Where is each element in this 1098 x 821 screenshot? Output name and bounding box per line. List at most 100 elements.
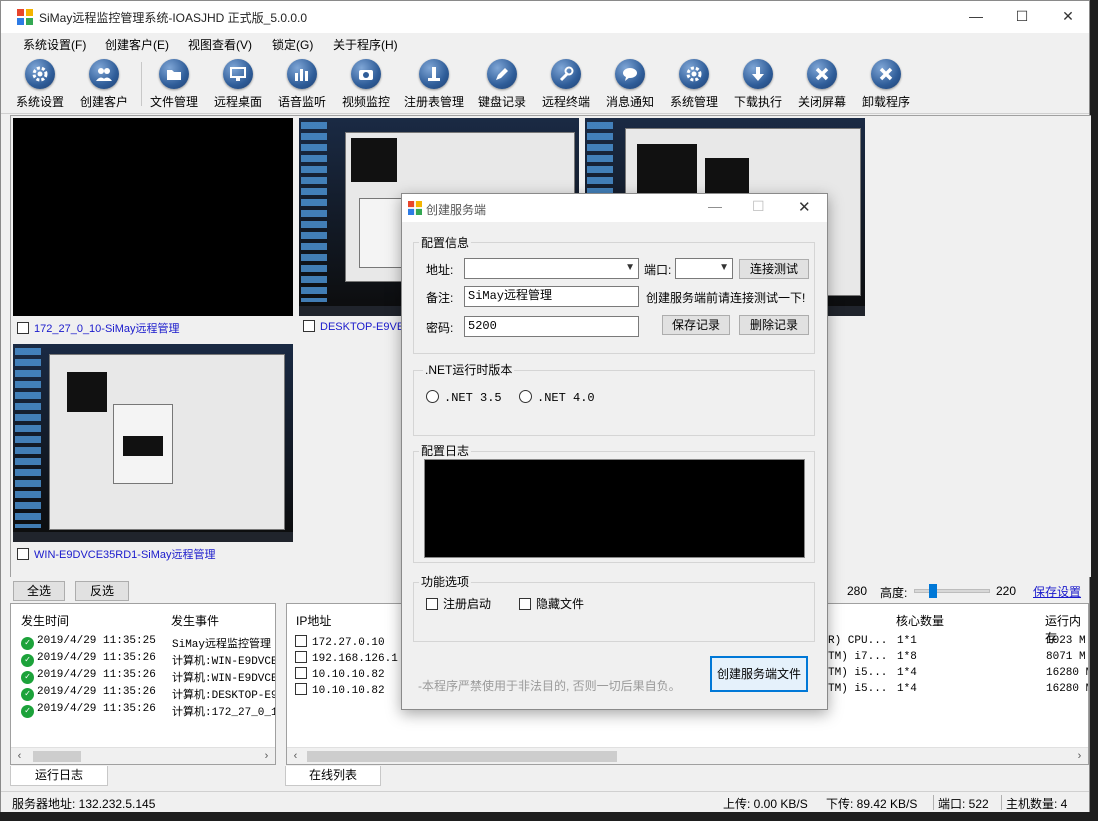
close-button[interactable]: ✕ <box>1045 1 1091 31</box>
row-checkbox[interactable] <box>295 635 307 647</box>
toolbar-registry-button[interactable]: 注册表管理 <box>401 59 467 110</box>
dialog-maximize-button[interactable]: ☐ <box>752 198 765 215</box>
net40-option[interactable]: .NET 4.0 <box>519 390 595 405</box>
height-slider-handle[interactable] <box>929 584 937 598</box>
autostart-option[interactable]: 注册启动 <box>426 595 491 612</box>
hide-file-label: 隐藏文件 <box>536 597 585 611</box>
menu-about[interactable]: 关于程序(H) <box>333 36 398 53</box>
menu-view[interactable]: 视图查看(V) <box>188 36 252 53</box>
toolbar-remote-terminal-button[interactable]: 远程终端 <box>533 59 599 110</box>
desktop-icons <box>301 122 327 302</box>
menu-create-client[interactable]: 创建客户(E) <box>105 36 169 53</box>
log-time: 2019/4/29 11:35:25 <box>37 635 156 647</box>
scroll-right-icon[interactable]: › <box>258 748 275 764</box>
toolbar-uninstall-button[interactable]: 卸载程序 <box>853 59 919 110</box>
config-log-output[interactable] <box>424 459 805 558</box>
net40-radio[interactable] <box>519 390 532 403</box>
hide-file-checkbox[interactable] <box>519 598 531 610</box>
scroll-left-icon[interactable]: ‹ <box>11 748 28 764</box>
invert-selection-button[interactable]: 反选 <box>75 581 129 601</box>
address-combo[interactable]: ▼ <box>464 258 639 279</box>
desktop-thumbnail[interactable] <box>13 344 293 542</box>
scroll-right-icon[interactable]: › <box>1071 748 1088 764</box>
toolbar-video-monitor-button[interactable]: 视频监控 <box>333 59 399 110</box>
net35-option[interactable]: .NET 3.5 <box>426 390 502 405</box>
autostart-checkbox[interactable] <box>426 598 438 610</box>
toolbar-label: 远程桌面 <box>213 95 262 109</box>
desktop-checkbox[interactable] <box>17 548 29 560</box>
dialog-minimize-button[interactable]: — <box>708 198 722 214</box>
toolbar-audio-monitor-button[interactable]: 语音监听 <box>269 59 335 110</box>
net-runtime-title: .NET运行时版本 <box>423 361 515 378</box>
col-header-ip[interactable]: IP地址 <box>296 612 331 629</box>
toolbar-remote-desktop-button[interactable]: 远程桌面 <box>205 59 271 110</box>
select-all-button[interactable]: 全选 <box>13 581 65 601</box>
log-time: 2019/4/29 11:35:26 <box>37 669 156 681</box>
desktop-thumbnail[interactable] <box>13 118 293 316</box>
connection-test-button[interactable]: 连接测试 <box>739 259 809 279</box>
toolbar-system-settings-button[interactable]: 系统设置 <box>7 59 73 110</box>
save-record-button[interactable]: 保存记录 <box>662 315 730 335</box>
toolbar-file-manager-button[interactable]: 文件管理 <box>141 59 207 110</box>
toolbar-message-button[interactable]: 消息通知 <box>597 59 663 110</box>
tab-online-list[interactable]: 在线列表 <box>285 766 381 786</box>
row-checkbox[interactable] <box>295 651 307 663</box>
save-settings-link[interactable]: 保存设置 <box>1033 583 1081 600</box>
log-row[interactable]: ✓ 2019/4/29 11:35:25 SiMay远程监控管理 <box>21 635 271 652</box>
row-checkbox[interactable] <box>295 683 307 695</box>
width-value: 280 <box>847 584 868 598</box>
desktop-caption[interactable]: WIN-E9DVCE35RD1-SiMay远程管理 <box>17 546 216 562</box>
toolbar-download-exec-button[interactable]: 下载执行 <box>725 59 791 110</box>
toolbar-label: 消息通知 <box>605 95 654 109</box>
autostart-label: 注册启动 <box>443 597 492 611</box>
toolbar-keylogger-button[interactable]: 键盘记录 <box>469 59 535 110</box>
height-slider[interactable] <box>914 589 990 593</box>
port-combo[interactable]: ▼ <box>675 258 733 279</box>
col-header-time[interactable]: 发生时间 <box>21 612 69 629</box>
log-time: 2019/4/29 11:35:26 <box>37 686 156 698</box>
function-options-group <box>413 582 815 642</box>
toolbar-close-screen-button[interactable]: 关闭屏幕 <box>789 59 855 110</box>
app-logo-icon <box>408 201 422 215</box>
hide-file-option[interactable]: 隐藏文件 <box>519 595 584 612</box>
log-row[interactable]: ✓ 2019/4/29 11:35:26 计算机:WIN-E9DVCE <box>21 652 275 669</box>
net35-radio[interactable] <box>426 390 439 403</box>
dialog-close-button[interactable]: ✕ <box>798 198 811 216</box>
log-horizontal-scrollbar[interactable]: ‹ › <box>11 747 275 764</box>
row-checkbox[interactable] <box>295 667 307 679</box>
maximize-button[interactable]: ☐ <box>999 1 1045 31</box>
log-row[interactable]: ✓ 2019/4/29 11:35:26 计算机:172_27_0_1 <box>21 703 275 720</box>
monitor-icon <box>223 59 253 89</box>
log-row[interactable]: ✓ 2019/4/29 11:35:26 计算机:WIN-E9DVCE <box>21 669 275 686</box>
success-check-icon: ✓ <box>21 654 34 667</box>
ip-cell: 10.10.10.82 <box>312 669 385 681</box>
col-header-cores[interactable]: 核心数量 <box>896 612 944 629</box>
toolbar-label: 关闭屏幕 <box>797 95 846 109</box>
close-x-icon <box>871 59 901 89</box>
desktop-checkbox[interactable] <box>17 322 29 334</box>
scrollbar-thumb[interactable] <box>307 751 617 762</box>
toolbar-system-manage-button[interactable]: 系统管理 <box>661 59 727 110</box>
memory-cell: 16280 M <box>1046 683 1089 695</box>
desktop-caption[interactable]: 172_27_0_10-SiMay远程管理 <box>17 320 180 336</box>
log-row[interactable]: ✓ 2019/4/29 11:35:26 计算机:DESKTOP-E9 <box>21 686 275 703</box>
menu-system-settings[interactable]: 系统设置(F) <box>23 36 86 53</box>
close-x-icon <box>807 59 837 89</box>
menu-lock[interactable]: 锁定(G) <box>272 36 313 53</box>
desktop-checkbox[interactable] <box>303 320 315 332</box>
remark-input[interactable]: SiMay远程管理 <box>464 286 639 307</box>
minimize-button[interactable]: — <box>953 1 999 31</box>
col-header-event[interactable]: 发生事件 <box>171 612 219 629</box>
password-input[interactable]: 5200 <box>464 316 639 337</box>
create-server-file-button[interactable]: 创建服务端文件 <box>710 656 808 692</box>
tab-run-log[interactable]: 运行日志 <box>10 766 108 786</box>
scrollbar-thumb[interactable] <box>33 751 81 762</box>
upload-speed: 上传: 0.00 KB/S <box>723 797 808 811</box>
toolbar-create-client-button[interactable]: 创建客户 <box>71 59 137 110</box>
delete-record-button[interactable]: 删除记录 <box>739 315 809 335</box>
window-preview <box>351 138 397 182</box>
port-status: 端口: 522 <box>938 797 989 811</box>
scroll-left-icon[interactable]: ‹ <box>287 748 304 764</box>
online-horizontal-scrollbar[interactable]: ‹ › <box>287 747 1088 764</box>
cpu-cell: R) CPU... <box>828 635 888 647</box>
